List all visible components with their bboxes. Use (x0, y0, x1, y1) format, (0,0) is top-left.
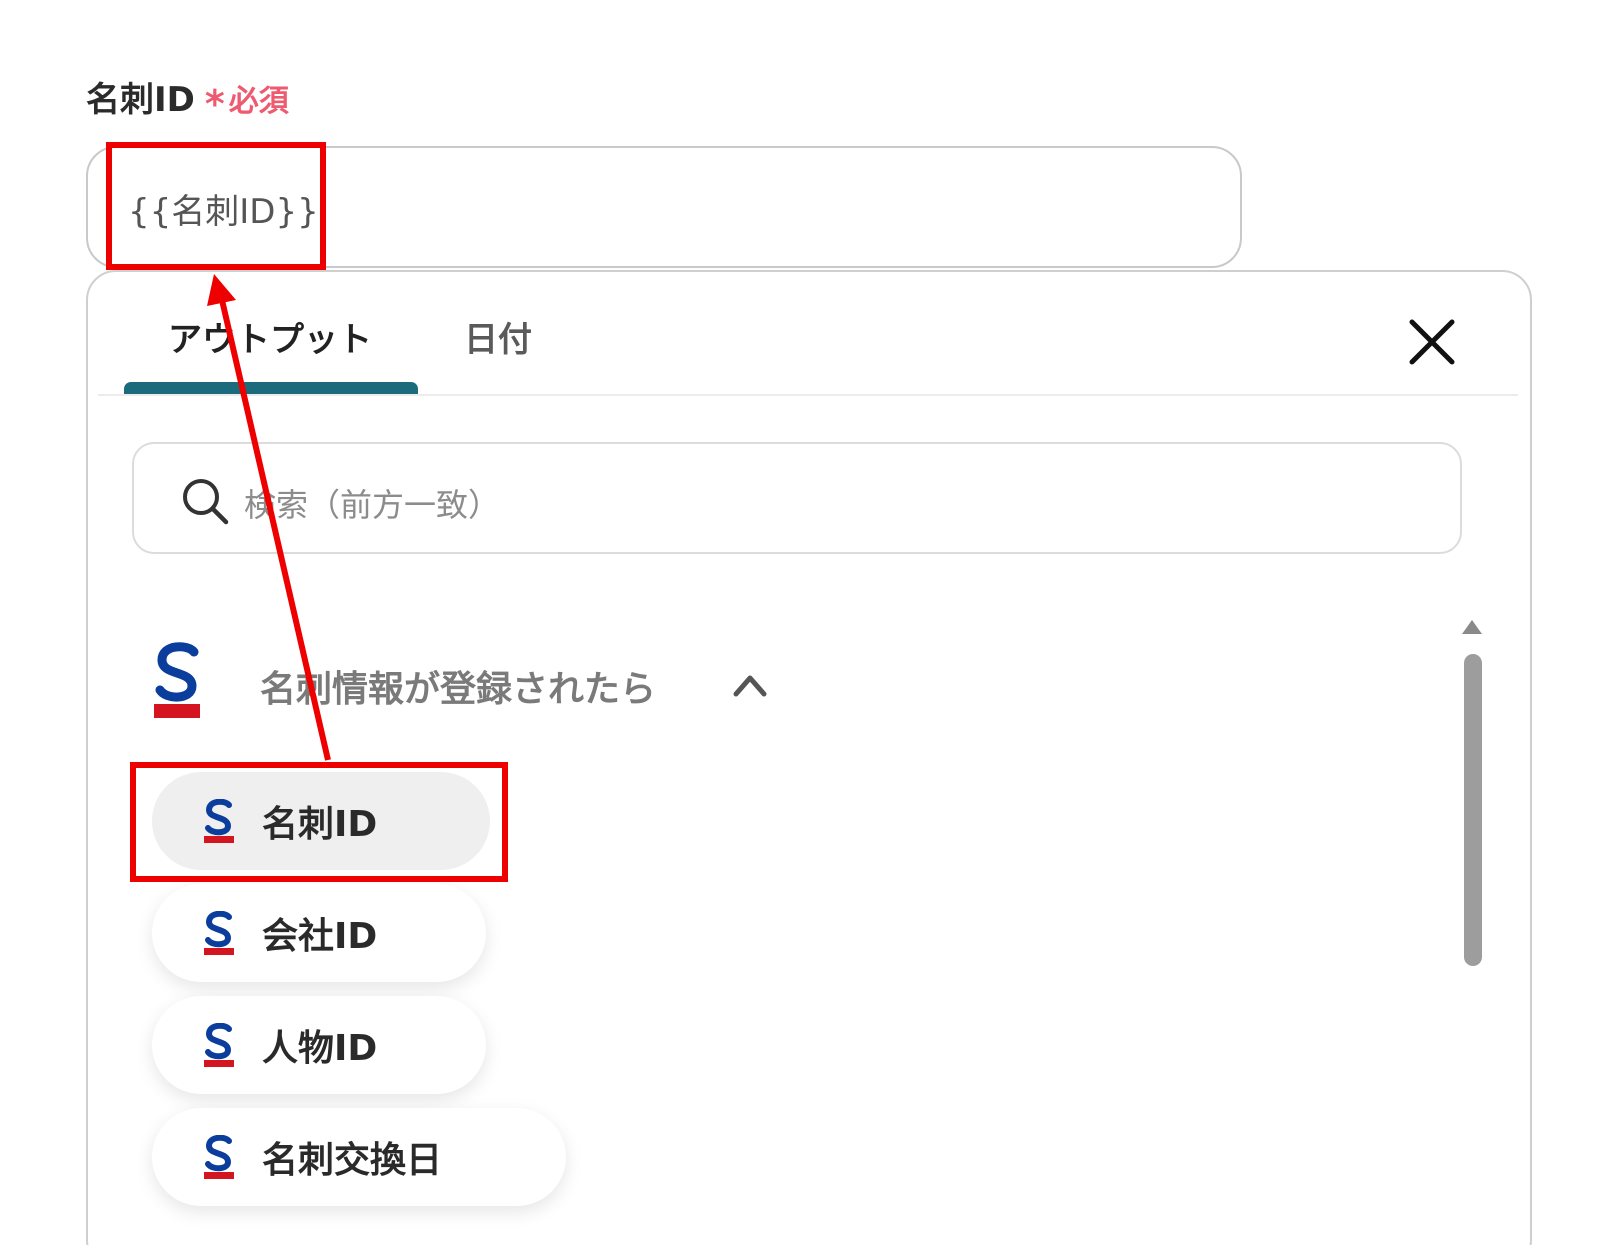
variable-picker-panel: アウトプット 日付 検索（前方一致） 名刺情報が登録されたら 名刺ID 会社ID… (86, 270, 1532, 1245)
scroll-up-icon[interactable] (1460, 618, 1484, 636)
tabs-divider (98, 394, 1518, 396)
sansan-logo-icon (204, 1134, 234, 1179)
required-star: * (204, 82, 225, 126)
annotation-highlight-input (106, 142, 326, 270)
field-label-text: 名刺ID (86, 80, 195, 120)
close-icon[interactable] (1408, 318, 1456, 366)
sansan-logo-icon (154, 642, 200, 718)
page: 名刺ID * 必須 {{名刺ID}} アウトプット 日付 検索（前方一致） 名刺… (0, 0, 1600, 1245)
sansan-logo-icon (204, 1022, 234, 1067)
required-text: 必須 (228, 84, 289, 119)
chevron-up-icon[interactable] (732, 670, 768, 698)
output-item-label: 人物ID (262, 1028, 378, 1069)
sansan-logo-icon (204, 910, 234, 955)
scrollbar-thumb[interactable] (1464, 654, 1482, 966)
search-placeholder: 検索（前方一致） (244, 486, 501, 524)
output-item-person-id[interactable]: 人物ID (152, 996, 486, 1094)
search-icon (180, 476, 230, 526)
field-label: 名刺ID * 必須 (86, 72, 289, 126)
output-item-exchange-date[interactable]: 名刺交換日 (152, 1108, 566, 1206)
output-item-label: 名刺交換日 (262, 1140, 443, 1181)
group-title[interactable]: 名刺情報が登録されたら (260, 660, 656, 712)
search-input[interactable]: 検索（前方一致） (132, 442, 1462, 554)
annotation-highlight-item (130, 762, 508, 882)
output-item-company-id[interactable]: 会社ID (152, 884, 486, 982)
tab-output[interactable]: アウトプット (168, 312, 372, 361)
output-item-label: 会社ID (262, 916, 378, 957)
tab-date[interactable]: 日付 (464, 312, 532, 361)
